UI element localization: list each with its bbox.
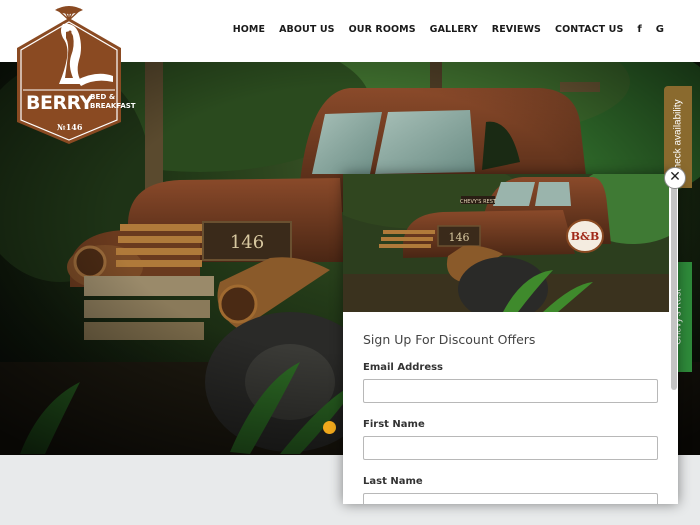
nav-our-rooms[interactable]: OUR ROOMS — [349, 24, 416, 35]
discount-signup-popup: 146 B&B CHEVY'S REST Sign Up For Discoun… — [343, 174, 678, 504]
nav-home[interactable]: HOME — [233, 24, 265, 35]
nav-gallery[interactable]: GALLERY — [430, 24, 478, 35]
first-name-field[interactable] — [363, 436, 658, 460]
popup-title: Sign Up For Discount Offers — [363, 332, 536, 347]
first-name-label: First Name — [363, 419, 425, 430]
logo-line-2: BREAKFAST — [90, 102, 136, 110]
last-name-field[interactable] — [363, 493, 658, 504]
popup-bb-sign: B&B — [571, 230, 600, 243]
signup-form: Sign Up For Discount Offers Email Addres… — [363, 332, 658, 504]
facebook-icon[interactable]: f — [637, 24, 641, 35]
popup-board-text: CHEVY'S REST — [460, 199, 497, 205]
email-label: Email Address — [363, 362, 444, 373]
popup-truck-image: 146 B&B CHEVY'S REST — [343, 174, 669, 312]
nav-contact-us[interactable]: CONTACT US — [555, 24, 623, 35]
google-icon[interactable]: G — [656, 24, 664, 35]
email-field[interactable] — [363, 379, 658, 403]
nav-about-us[interactable]: ABOUT US — [279, 24, 335, 35]
popup-scrollbar[interactable] — [671, 178, 677, 390]
logo-name: BERRY — [26, 92, 93, 114]
popup-image: 146 B&B CHEVY'S REST — [343, 174, 669, 312]
main-nav: HOME ABOUT US OUR ROOMS GALLERY REVIEWS … — [219, 24, 664, 35]
close-icon[interactable]: ✕ — [664, 167, 686, 189]
last-name-label: Last Name — [363, 476, 423, 487]
slider-dot-active[interactable] — [323, 421, 336, 434]
check-availability-label: Check availability — [672, 99, 684, 177]
logo-line-1: BED & — [90, 92, 116, 101]
nav-reviews[interactable]: REVIEWS — [492, 24, 541, 35]
popup-plate-number: 146 — [449, 231, 470, 244]
logo-number: №146 — [57, 122, 83, 132]
site-logo[interactable]: BERRY BED & BREAKFAST №146 — [13, 4, 136, 146]
